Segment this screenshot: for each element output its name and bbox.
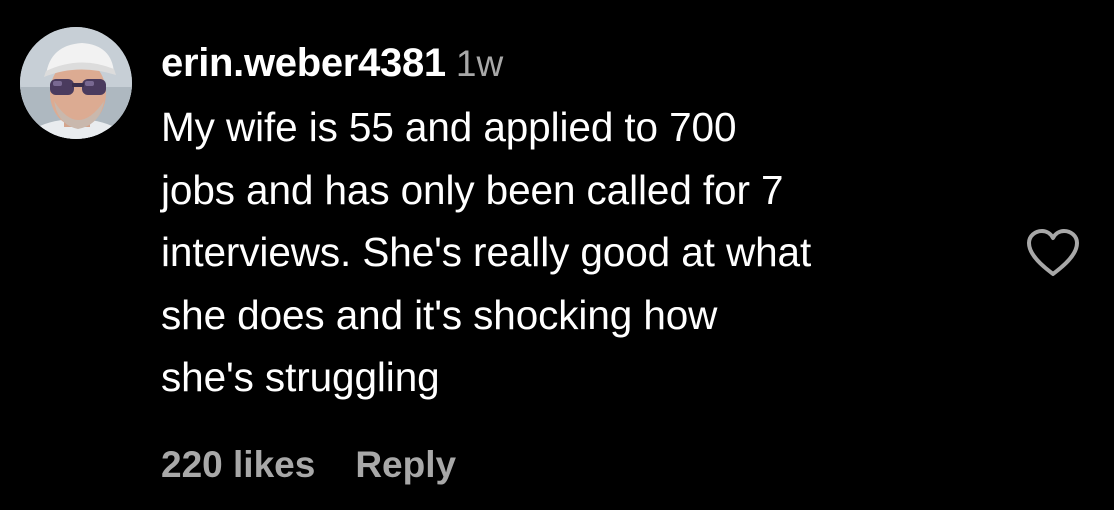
timestamp: 1w <box>455 43 504 84</box>
reply-button[interactable]: Reply <box>355 444 456 485</box>
comment-body: My wife is 55 and applied to 700 jobs an… <box>161 96 1011 409</box>
comment-text-line: interviews. She's really good at what <box>161 229 812 275</box>
comment-header: erin.weber4381 1w <box>161 38 503 88</box>
likes-count[interactable]: 220 likes <box>161 444 315 485</box>
comment-item: erin.weber4381 1w My wife is 55 and appli… <box>0 0 1114 510</box>
comment-text-line: My wife is 55 and applied to 700 <box>161 104 737 150</box>
like-button[interactable] <box>1025 228 1081 278</box>
comment-text-line: she's struggling <box>161 354 440 400</box>
avatar[interactable] <box>20 27 132 139</box>
comment-text-line: she does and it's shocking how <box>161 291 718 338</box>
comment-text-line: jobs and has only been called for 7 <box>161 166 784 213</box>
comment-actions: 220 likes Reply <box>161 440 456 490</box>
profile-photo <box>20 27 132 139</box>
heart-outline-icon <box>1027 229 1079 276</box>
username-link[interactable]: erin.weber4381 <box>161 41 446 85</box>
